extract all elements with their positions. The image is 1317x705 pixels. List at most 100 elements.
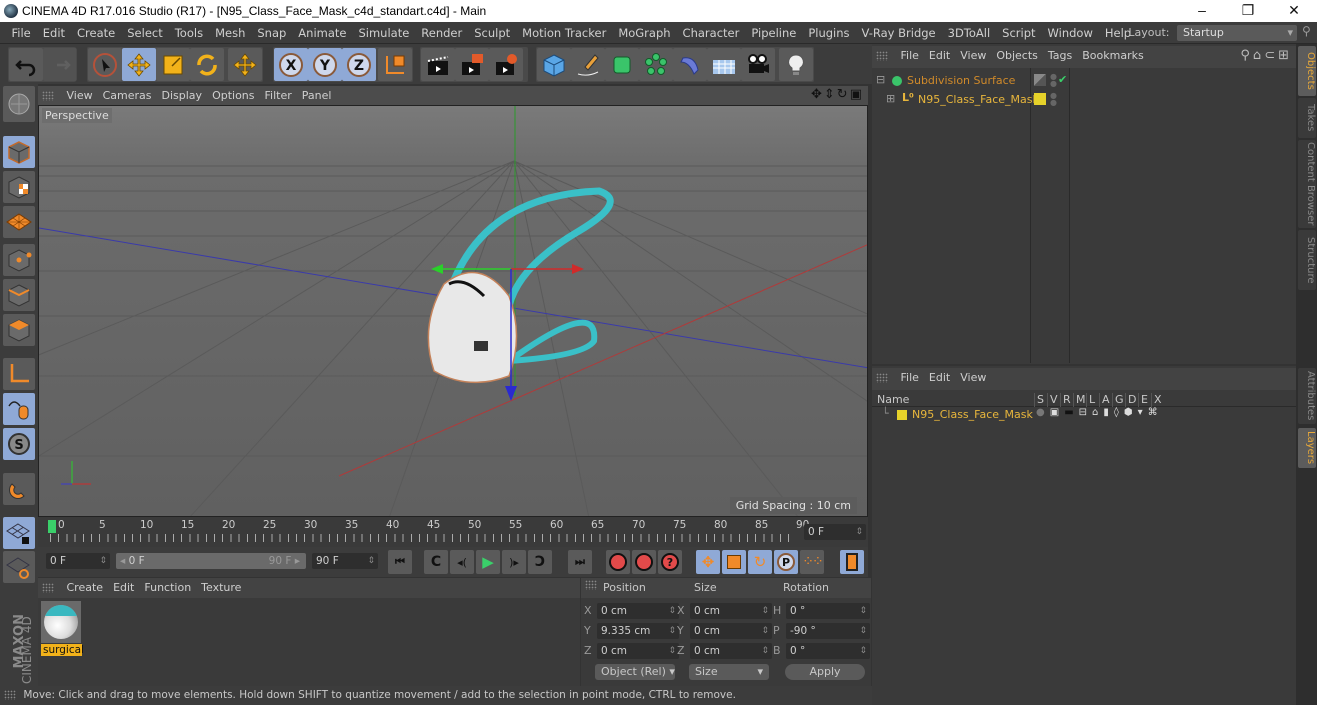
- search-icon[interactable]: ⚲: [1240, 48, 1253, 63]
- render-settings-icon[interactable]: [489, 48, 523, 81]
- rotation-field[interactable]: 0 ° ⇕: [786, 603, 870, 619]
- material-name[interactable]: surgical: [41, 644, 84, 656]
- panel-grip-icon[interactable]: [585, 580, 597, 590]
- workplane-rotate-icon[interactable]: [3, 551, 35, 583]
- tab-objects[interactable]: Objects: [1298, 46, 1316, 96]
- previous-frame-button[interactable]: ◂(: [450, 550, 474, 574]
- material-menu-texture[interactable]: Texture: [196, 578, 246, 598]
- material-item[interactable]: surgical: [41, 601, 84, 657]
- column-v[interactable]: V: [1047, 393, 1058, 407]
- playhead[interactable]: [48, 520, 56, 533]
- viewport-menu-filter[interactable]: Filter: [260, 86, 297, 105]
- layer-row[interactable]: └ N95_Class_Face_Mask ●▣▬⊟⌂▮◊⬢▾⌘: [872, 407, 1296, 423]
- object-row[interactable]: ⊞ L⁰ N95_Class_Face_Mask ● ●: [874, 91, 1294, 109]
- column-s[interactable]: S: [1034, 393, 1044, 407]
- next-key-button[interactable]: Ↄ: [528, 550, 552, 574]
- viewport-menu-options[interactable]: Options: [207, 86, 259, 105]
- menu-animate[interactable]: Animate: [292, 22, 352, 44]
- menu-pipeline[interactable]: Pipeline: [745, 22, 802, 44]
- viewport-menu-display[interactable]: Display: [157, 86, 208, 105]
- manager-toggle-icon[interactable]: ⊟: [1079, 407, 1092, 418]
- y-axis-icon[interactable]: Y: [308, 48, 342, 81]
- timeline-ruler[interactable]: 0 5 10 15 20 25 30 35 40 45 50 55 60 65 70 75 80 85 90 0 F…: [38, 517, 868, 547]
- tab-takes[interactable]: Takes: [1298, 98, 1316, 138]
- material-menu-function[interactable]: Function: [139, 578, 196, 598]
- point-mode-icon[interactable]: [3, 244, 35, 276]
- z-axis-icon[interactable]: Z: [342, 48, 376, 81]
- column-l[interactable]: L: [1086, 393, 1095, 407]
- coordinate-system-icon[interactable]: [378, 48, 412, 81]
- move-icon[interactable]: [122, 48, 156, 81]
- render-view-icon[interactable]: [421, 48, 455, 81]
- expressions-toggle-icon[interactable]: ▾: [1138, 407, 1148, 418]
- generators-toggle-icon[interactable]: ◊: [1114, 407, 1124, 418]
- start-frame-field[interactable]: 0 F ⇕: [46, 553, 110, 569]
- tab-structure[interactable]: Structure: [1298, 230, 1316, 290]
- snap-icon[interactable]: [3, 473, 35, 505]
- enabled-check-icon[interactable]: ✔: [1058, 73, 1067, 86]
- play-button[interactable]: ▶: [476, 550, 500, 574]
- coordinate-mode-dropdown[interactable]: Object (Rel) ▾: [595, 664, 675, 680]
- subdivision-icon[interactable]: [605, 48, 639, 81]
- visibility-dots-icon[interactable]: ● ●: [1050, 73, 1057, 88]
- size-field[interactable]: 0 cm ⇕: [690, 603, 772, 619]
- timeline-window-button[interactable]: [840, 550, 864, 574]
- texture-mode-icon[interactable]: [3, 171, 35, 203]
- key-rotation-toggle[interactable]: ↻: [748, 550, 772, 574]
- deformer-icon[interactable]: [673, 48, 707, 81]
- frame-range-slider[interactable]: ◂ 0 F 90 F ▸: [116, 553, 306, 569]
- redo-icon[interactable]: [43, 48, 77, 81]
- viewport-menu-view[interactable]: View: [62, 86, 98, 105]
- camera-label[interactable]: Perspective: [42, 108, 112, 123]
- rotate-icon[interactable]: [190, 48, 224, 81]
- pan-icon[interactable]: ✥: [811, 87, 824, 102]
- xref-toggle-icon[interactable]: ⌘: [1148, 407, 1163, 418]
- size-field[interactable]: 0 cm ⇕: [690, 643, 772, 659]
- viewport-menu-cameras[interactable]: Cameras: [98, 86, 157, 105]
- floor-icon[interactable]: [707, 48, 741, 81]
- layer-swatch-icon[interactable]: [1034, 74, 1046, 86]
- minimize-button[interactable]: –: [1179, 0, 1225, 22]
- panel-grip-icon[interactable]: [42, 583, 54, 593]
- panel-grip-icon[interactable]: [876, 51, 888, 61]
- object-name[interactable]: N95_Class_Face_Mask: [918, 93, 1039, 106]
- undo-icon[interactable]: [9, 48, 43, 81]
- tweak-mode-icon[interactable]: [3, 393, 35, 425]
- column-g[interactable]: G: [1112, 393, 1124, 407]
- menu-tools[interactable]: Tools: [169, 22, 209, 44]
- key-scale-toggle[interactable]: [722, 550, 746, 574]
- position-field[interactable]: 9.335 cm ⇕: [597, 623, 679, 639]
- workplane-lock-icon[interactable]: [3, 517, 35, 549]
- menu-simulate[interactable]: Simulate: [352, 22, 415, 44]
- current-frame-field[interactable]: 0 F ⇕: [804, 524, 866, 540]
- deformers-toggle-icon[interactable]: ⬢: [1124, 407, 1138, 418]
- menu-file[interactable]: File: [6, 22, 37, 44]
- column-m[interactable]: M: [1073, 393, 1086, 407]
- animation-toggle-icon[interactable]: ▮: [1103, 407, 1114, 418]
- record-keys-button[interactable]: [606, 550, 630, 574]
- column-r[interactable]: R: [1060, 393, 1071, 407]
- menu-script[interactable]: Script: [996, 22, 1041, 44]
- objects-menu-tags[interactable]: Tags: [1043, 46, 1077, 66]
- recent-tool-icon[interactable]: [228, 48, 262, 81]
- axis-mode-icon[interactable]: [3, 358, 35, 390]
- sculpt-brush-icon[interactable]: [3, 86, 35, 122]
- model-mode-icon[interactable]: [3, 136, 35, 168]
- 3d-viewport[interactable]: Grid Spacing : 10 cm: [38, 105, 868, 517]
- key-position-toggle[interactable]: ✥: [696, 550, 720, 574]
- key-parameter-toggle[interactable]: P: [774, 550, 798, 574]
- expand-icon[interactable]: ⊞: [886, 92, 895, 105]
- layer-color-swatch[interactable]: [897, 410, 907, 420]
- objects-menu-edit[interactable]: Edit: [924, 46, 955, 66]
- menu-select[interactable]: Select: [121, 22, 168, 44]
- menu-vray-bridge[interactable]: V-Ray Bridge: [856, 22, 942, 44]
- layers-menu-file[interactable]: File: [896, 368, 924, 388]
- restore-button[interactable]: ❐: [1225, 0, 1271, 22]
- object-name[interactable]: Subdivision Surface: [907, 74, 1015, 87]
- menu-edit[interactable]: Edit: [37, 22, 71, 44]
- render-picture-viewer-icon[interactable]: [455, 48, 489, 81]
- objects-menu-objects[interactable]: Objects: [991, 46, 1043, 66]
- light-icon[interactable]: [779, 48, 813, 81]
- menu-window[interactable]: Window: [1042, 22, 1099, 44]
- apply-button[interactable]: Apply: [785, 664, 865, 680]
